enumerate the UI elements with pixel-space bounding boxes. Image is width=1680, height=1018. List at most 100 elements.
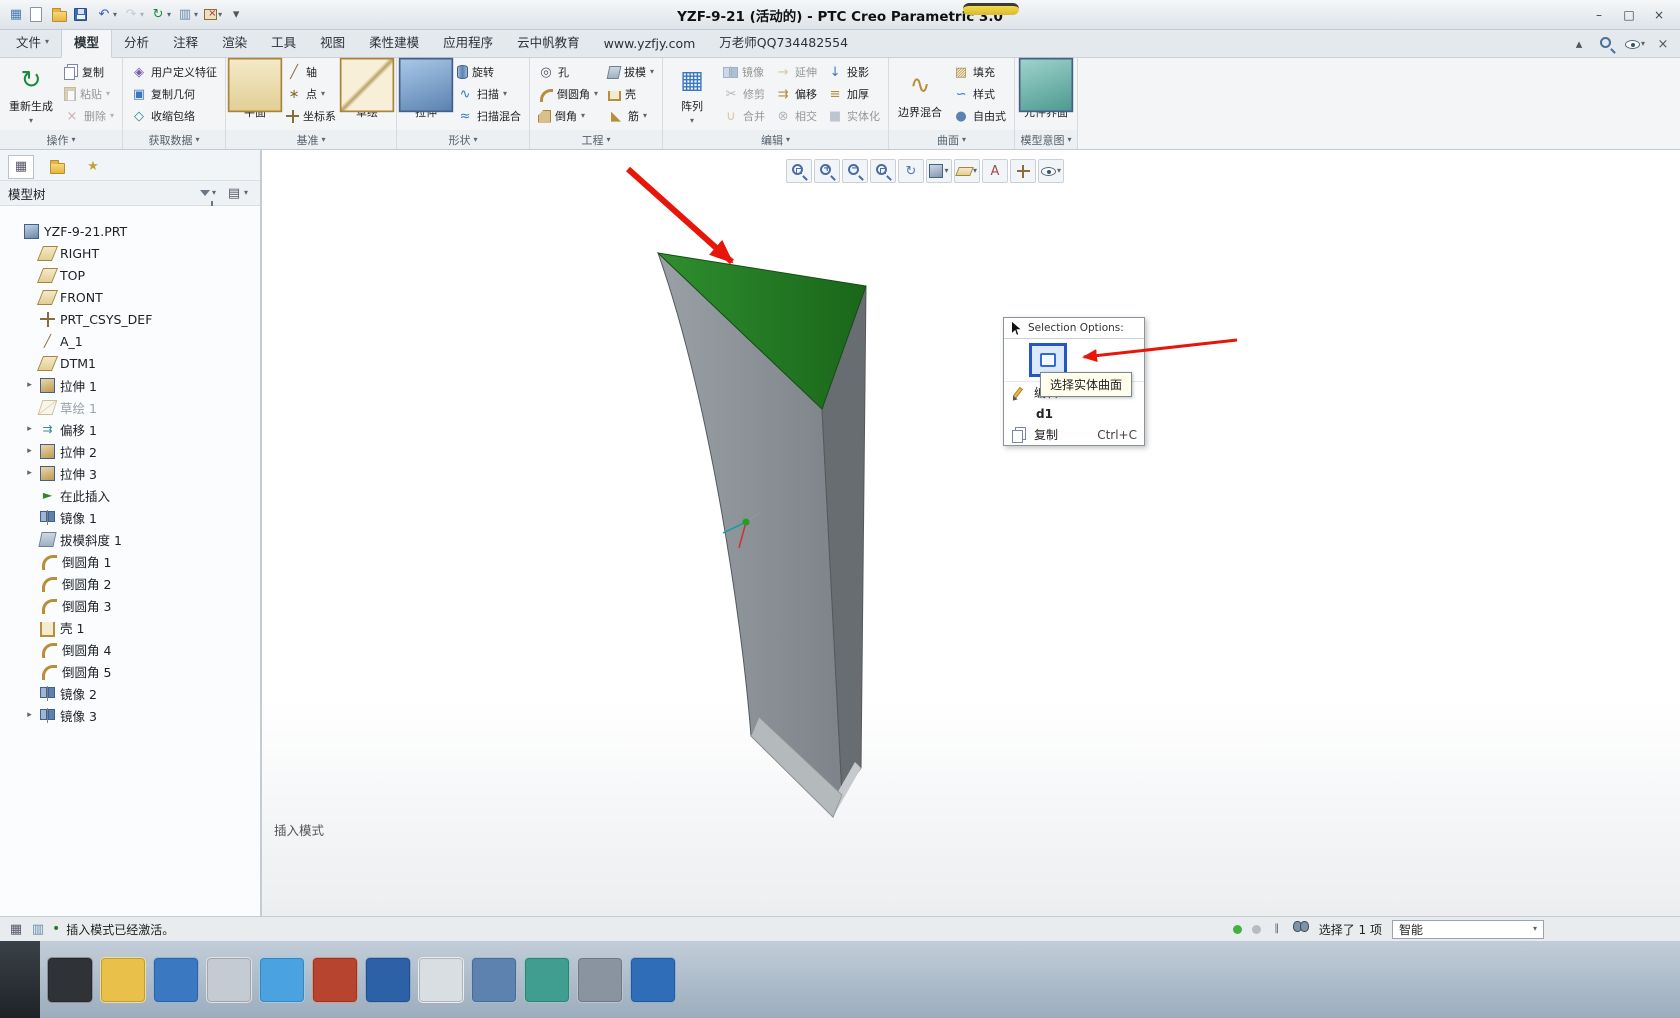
ribbon-button-swept-blend[interactable]: ≈扫描混合	[454, 106, 524, 127]
ribbon-button-hole[interactable]: ◎孔	[535, 62, 601, 83]
tab-flexible-modeling[interactable]: 柔性建模	[357, 27, 431, 57]
folder-browser-tab[interactable]	[44, 155, 70, 179]
tree-item-11[interactable]: ▸拉伸 3	[0, 462, 260, 484]
tab-analysis[interactable]: 分析	[112, 27, 161, 57]
tree-filter-button[interactable]: ▾	[200, 185, 216, 201]
taskbar-app-7[interactable]	[365, 957, 411, 1003]
navigator-button[interactable]: ▦	[6, 4, 26, 26]
ribbon-button-draft[interactable]: 拔模▾	[605, 62, 657, 83]
ribbon-button-csys[interactable]: 坐标系	[283, 106, 339, 127]
ribbon-button-point[interactable]: ∗点▾	[283, 84, 339, 105]
expand-arrow-icon[interactable]: ▸	[24, 380, 35, 390]
tree-item-15[interactable]: 倒圆角 1	[0, 550, 260, 572]
ribbon-group-label-7[interactable]: 模型意图▾	[1015, 130, 1077, 149]
ribbon-button-copy[interactable]: 复制	[61, 62, 117, 83]
ribbon-group-label-4[interactable]: 工程▾	[530, 130, 662, 149]
pause-icon[interactable]: ‖	[1271, 921, 1283, 937]
zoom-region-button[interactable]	[786, 159, 812, 183]
ribbon-button-axis[interactable]: ╱轴	[283, 62, 339, 83]
navigator-toggle-button[interactable]: ▦	[8, 921, 24, 937]
expand-arrow-icon[interactable]: ▸	[24, 468, 35, 478]
3d-model[interactable]	[262, 150, 1678, 916]
ribbon-button-rib[interactable]: ◣筋▾	[605, 106, 657, 127]
expand-arrow-icon[interactable]: ▸	[24, 710, 35, 720]
tab-teacher-qq[interactable]: 万老师QQ734482554	[707, 27, 860, 57]
tree-item-14[interactable]: 拔模斜度 1	[0, 528, 260, 550]
ribbon-button-solidify[interactable]: ■实体化	[824, 106, 883, 127]
ribbon-button-thicken[interactable]: ≡加厚	[824, 84, 883, 105]
selection-filter-dropdown[interactable]: 智能 ▾	[1392, 920, 1544, 939]
tree-item-0[interactable]: YZF-9-21.PRT	[0, 220, 260, 242]
ribbon-group-label-5[interactable]: 编辑▾	[663, 130, 888, 149]
expand-arrow-icon[interactable]: ▸	[24, 424, 35, 434]
taskbar-app-11[interactable]	[577, 957, 623, 1003]
tree-item-4[interactable]: PRT_CSYS_DEF	[0, 308, 260, 330]
tree-item-10[interactable]: ▸拉伸 2	[0, 440, 260, 462]
popup-d1-item[interactable]: d1	[1004, 403, 1144, 424]
ribbon-button-udf[interactable]: ◈用户定义特征	[128, 62, 220, 83]
ribbon-button-intersect[interactable]: ⊗相交	[772, 106, 820, 127]
taskbar-app-1[interactable]	[47, 957, 93, 1003]
spin-center-button[interactable]	[1010, 159, 1036, 183]
zoom-in-button[interactable]	[814, 159, 840, 183]
tree-item-3[interactable]: FRONT	[0, 286, 260, 308]
tree-item-9[interactable]: ▸⇉偏移 1	[0, 418, 260, 440]
tree-item-17[interactable]: 倒圆角 3	[0, 594, 260, 616]
tree-item-6[interactable]: DTM1	[0, 352, 260, 374]
tree-settings-button[interactable]: ▤ ▾	[226, 185, 248, 201]
tree-item-1[interactable]: RIGHT	[0, 242, 260, 264]
taskbar-app-8[interactable]	[418, 957, 464, 1003]
ribbon-button-extend[interactable]: →延伸	[772, 62, 820, 83]
close-button[interactable]: ×	[1644, 5, 1674, 25]
save-button[interactable]	[72, 4, 92, 26]
tree-item-7[interactable]: ▸拉伸 1	[0, 374, 260, 396]
close-session-button[interactable]: ×	[1650, 33, 1676, 55]
favorites-tab[interactable]: ★	[80, 155, 106, 179]
ribbon-button-copy-geometry[interactable]: ▣复制几何	[128, 84, 220, 105]
customize-qat-button[interactable]: ▾	[226, 4, 246, 26]
open-button[interactable]	[50, 4, 70, 26]
ribbon-button-extrude[interactable]: 拉伸	[402, 68, 450, 121]
minimize-button[interactable]: –	[1584, 5, 1614, 25]
ribbon-group-label-2[interactable]: 基准▾	[226, 130, 396, 149]
minimize-ribbon-button[interactable]: ▴	[1566, 33, 1592, 55]
tab-model[interactable]: 模型	[61, 26, 112, 58]
tree-item-13[interactable]: 镜像 1	[0, 506, 260, 528]
ribbon-button-datum-plane[interactable]: 平面	[231, 68, 279, 121]
ribbon-group-label-3[interactable]: 形状▾	[397, 130, 529, 149]
redo-button[interactable]: ↷▾	[121, 4, 146, 26]
ribbon-button-pattern[interactable]: ▦阵列▾	[668, 62, 716, 126]
ribbon-button-delete[interactable]: ×删除▾	[61, 106, 117, 127]
regenerate-button[interactable]: ↻▾	[148, 4, 173, 26]
refit-button[interactable]	[870, 159, 896, 183]
ribbon-button-style[interactable]: ∽样式	[950, 84, 1009, 105]
tree-item-12[interactable]: ►在此插入	[0, 484, 260, 506]
annotation-display-button[interactable]: A	[982, 159, 1008, 183]
display-options-button[interactable]: ▾	[1622, 33, 1648, 55]
binoculars-icon[interactable]	[1293, 925, 1308, 934]
close-window-button[interactable]: ▾	[202, 4, 224, 26]
start-button[interactable]	[0, 941, 40, 1018]
ribbon-button-offset[interactable]: ⇉偏移	[772, 84, 820, 105]
model-tree-tab[interactable]: ▦	[8, 155, 34, 179]
ribbon-button-project[interactable]: ↓投影	[824, 62, 883, 83]
ribbon-group-label-6[interactable]: 曲面▾	[889, 130, 1014, 149]
tree-item-18[interactable]: 壳 1	[0, 616, 260, 638]
tab-view[interactable]: 视图	[308, 27, 357, 57]
datum-display-button[interactable]: ▾	[954, 159, 980, 183]
ribbon-group-label-0[interactable]: 操作▾	[0, 130, 122, 149]
tab-tools[interactable]: 工具	[259, 27, 308, 57]
ribbon-button-fill[interactable]: ▨填充	[950, 62, 1009, 83]
taskbar-app-2[interactable]	[100, 957, 146, 1003]
ribbon-button-paste[interactable]: 粘贴▾	[61, 84, 117, 105]
maximize-button[interactable]: □	[1614, 5, 1644, 25]
tab-annotate[interactable]: 注释	[161, 27, 210, 57]
tab-applications[interactable]: 应用程序	[431, 27, 505, 57]
ribbon-button-sketch[interactable]: 草绘	[343, 68, 391, 121]
zoom-out-button[interactable]	[842, 159, 868, 183]
taskbar-app-9[interactable]	[471, 957, 517, 1003]
ribbon-button-component-interface[interactable]: 元件界面	[1020, 68, 1072, 121]
tree-item-8[interactable]: 草绘 1	[0, 396, 260, 418]
tab-yzf-site[interactable]: www.yzfjy.com	[592, 31, 708, 57]
tree-item-22[interactable]: ▸镜像 3	[0, 704, 260, 726]
